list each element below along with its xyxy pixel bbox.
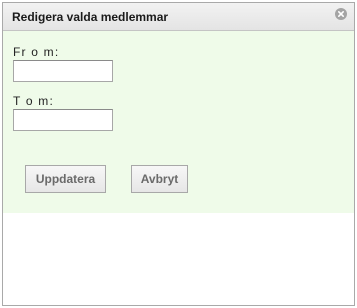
dialog-content: Fr o m: T o m: Uppdatera Avbryt [3, 31, 354, 213]
update-button[interactable]: Uppdatera [25, 165, 106, 193]
to-date-input[interactable] [13, 109, 113, 131]
cancel-button[interactable]: Avbryt [131, 165, 188, 193]
close-x-glyph [338, 11, 344, 17]
edit-members-dialog: Redigera valda medlemmar Fr o m: T o m: … [2, 2, 355, 306]
to-date-label: T o m: [13, 94, 54, 108]
from-date-input[interactable] [13, 60, 113, 82]
dialog-titlebar[interactable]: Redigera valda medlemmar [3, 3, 354, 31]
close-icon[interactable] [335, 8, 347, 20]
from-date-label: Fr o m: [13, 45, 60, 59]
dialog-title: Redigera valda medlemmar [12, 10, 169, 24]
